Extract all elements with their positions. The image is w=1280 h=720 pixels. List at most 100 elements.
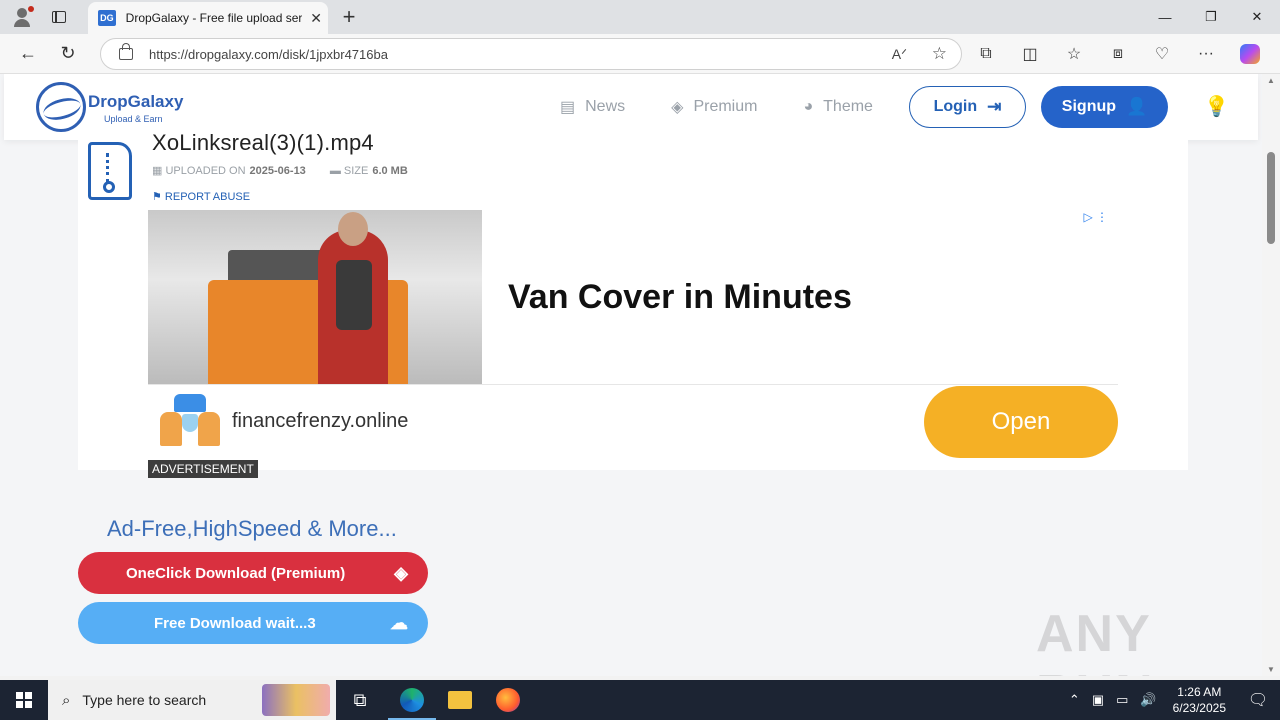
search-placeholder: Type here to search (82, 692, 207, 708)
file-name: XoLinksreal(3)(1).mp4 (152, 130, 374, 155)
file-explorer-icon[interactable] (436, 680, 484, 720)
report-label: REPORT ABUSE (164, 191, 251, 203)
favorite-star-icon[interactable]: ☆ (932, 44, 947, 64)
more-menu-icon[interactable]: ··· (1184, 34, 1228, 74)
split-screen-icon[interactable]: ◫ (1008, 34, 1052, 74)
uploaded-label: UPLOADED ON (165, 164, 246, 177)
tab-actions-icon[interactable] (44, 0, 74, 34)
tab-close-icon[interactable]: ✕ (310, 10, 322, 27)
report-abuse-link[interactable]: ⚑ REPORT ABUSE (152, 190, 250, 203)
anyrun-watermark: ANY RUN (1036, 605, 1153, 676)
search-icon: ⌕ (62, 691, 71, 709)
windows-taskbar: ⌕ Type here to search ⧉ ⌃ ▣ ▭ 🔊 1:26 AM … (0, 680, 1280, 720)
signup-button[interactable]: Signup 👤 (1041, 86, 1168, 128)
size-value: 6.0 MB (372, 164, 408, 177)
size-label: SIZE (343, 164, 369, 177)
logo-name: DropGalaxy (88, 92, 184, 111)
advertisement-label: ADVERTISEMENT (148, 460, 258, 478)
page-scrollbar[interactable]: ▲ ▼ (1262, 74, 1280, 676)
new-tab-button[interactable]: + (336, 4, 362, 30)
clock-date: 6/23/2025 (1172, 701, 1226, 715)
free-download-button[interactable]: Free Download wait...3 ☁ (78, 602, 428, 644)
firefox-icon[interactable] (484, 680, 532, 720)
logo-tagline: Upload & Earn (104, 114, 163, 124)
volume-icon[interactable]: 🔊 (1140, 692, 1156, 708)
scrollbar-thumb[interactable] (1267, 152, 1275, 244)
browser-tools: ⧉ ◫ ☆ ⧈ ♡ ··· (964, 34, 1272, 74)
profile-icon[interactable] (0, 0, 44, 34)
ad-headline[interactable]: Van Cover in Minutes (508, 278, 852, 317)
refresh-button[interactable]: ↻ (48, 34, 88, 74)
globe-logo-icon (36, 82, 86, 132)
signup-label: Signup (1061, 98, 1117, 115)
ad-domain[interactable]: financefrenzy.online (232, 410, 408, 433)
zip-file-icon (88, 142, 132, 200)
free-download-label: Free Download wait...3 (154, 614, 316, 632)
network-icon[interactable]: ▭ (1116, 692, 1128, 708)
palette-icon: ◕ (803, 98, 814, 115)
back-button[interactable]: ← (8, 34, 48, 74)
nav-item-news[interactable]: ▤ News (560, 97, 625, 117)
collections-icon[interactable]: ⧈ (1096, 34, 1140, 74)
nav-item-theme[interactable]: ◕ Theme (803, 98, 872, 116)
advertisement[interactable]: Van Cover in Minutes ▷ ⋮ financefrenzy.o… (148, 210, 1118, 460)
premium-download-label: OneClick Download (Premium) (126, 564, 346, 582)
browser-tab-active[interactable]: DG DropGalaxy - Free file upload serv ✕ (88, 2, 328, 34)
ad-open-button[interactable]: Open (924, 386, 1118, 458)
ad-divider (148, 384, 1118, 385)
hard-drive-icon: ▬ (329, 164, 344, 177)
tab-favicon: DG (98, 10, 116, 26)
read-aloud-icon[interactable]: Aᐟ (892, 46, 907, 63)
uploaded-date: 2025-06-13 (249, 164, 306, 177)
nav-label: Premium (693, 98, 758, 115)
taskbar-clock[interactable]: 1:26 AM 6/23/2025 (1173, 684, 1226, 716)
login-label: Login (933, 98, 978, 115)
ad-image[interactable] (148, 210, 482, 384)
notification-icon[interactable]: 🗨 (1236, 680, 1280, 720)
window-controls: — ❐ ✕ (1142, 0, 1280, 34)
device-icon[interactable]: ▣ (1092, 692, 1104, 708)
system-tray: ⌃ ▣ ▭ 🔊 1:26 AM 6/23/2025 🗨 (1063, 680, 1280, 720)
site-logo[interactable]: DropGalaxy Upload & Earn (36, 82, 196, 132)
taskbar-search[interactable]: ⌕ Type here to search (48, 680, 336, 720)
restore-icon[interactable]: ❐ (1188, 0, 1234, 34)
windows-logo-icon (16, 692, 32, 708)
copilot-icon[interactable] (1240, 44, 1260, 64)
search-highlight-image (262, 684, 330, 716)
scroll-down-icon[interactable]: ▼ (1267, 665, 1275, 674)
address-bar[interactable]: https://dropgalaxy.com/disk/1jpxbr4716ba… (100, 38, 962, 70)
advertiser-logo[interactable] (160, 394, 220, 450)
premium-heading: Ad-Free,HighSpeed & More... (107, 516, 397, 541)
minimize-icon[interactable]: — (1142, 0, 1188, 34)
newspaper-icon: ▤ (560, 99, 576, 116)
lightbulb-icon[interactable]: 💡 (1204, 94, 1229, 119)
ad-choices-icon[interactable]: ▷ ⋮ (1083, 210, 1108, 224)
file-card: XoLinksreal(3)(1).mp4 ▦ UPLOADED ON 2025… (78, 130, 1188, 470)
user-icon: 👤 (1126, 97, 1148, 116)
page-viewport: DropGalaxy Upload & Earn ▤ News ◈ Premiu… (0, 74, 1262, 676)
diamond-icon: ◈ (394, 562, 408, 583)
sign-in-icon: ⇥ (987, 97, 1002, 116)
start-button[interactable] (0, 680, 48, 720)
file-meta: ▦ UPLOADED ON 2025-06-13 ▬ SIZE 6.0 MB (152, 164, 408, 178)
premium-download-button[interactable]: OneClick Download (Premium) ◈ (78, 552, 428, 594)
edge-taskbar-icon[interactable] (388, 680, 436, 720)
task-view-icon[interactable]: ⧉ (336, 680, 384, 720)
browser-toolbar: ← ↻ https://dropgalaxy.com/disk/1jpxbr47… (0, 34, 1280, 74)
nav-label: Theme (823, 98, 873, 115)
browser-essentials-icon[interactable]: ♡ (1140, 34, 1184, 74)
close-window-icon[interactable]: ✕ (1234, 0, 1280, 34)
clock-time: 1:26 AM (1177, 685, 1222, 699)
diamond-icon: ◈ (671, 99, 684, 116)
show-hidden-icons-icon[interactable]: ⌃ (1069, 692, 1080, 708)
favorites-icon[interactable]: ☆ (1052, 34, 1096, 74)
extensions-icon[interactable]: ⧉ (964, 34, 1008, 74)
nav-label: News (585, 98, 626, 115)
scroll-up-icon[interactable]: ▲ (1267, 76, 1275, 85)
flag-icon: ⚑ (152, 191, 165, 203)
lock-icon[interactable] (119, 43, 133, 60)
calendar-icon: ▦ (152, 165, 166, 177)
url-text[interactable]: https://dropgalaxy.com/disk/1jpxbr4716ba (149, 47, 388, 62)
login-button[interactable]: Login ⇥ (909, 86, 1026, 128)
nav-item-premium[interactable]: ◈ Premium (671, 97, 757, 117)
